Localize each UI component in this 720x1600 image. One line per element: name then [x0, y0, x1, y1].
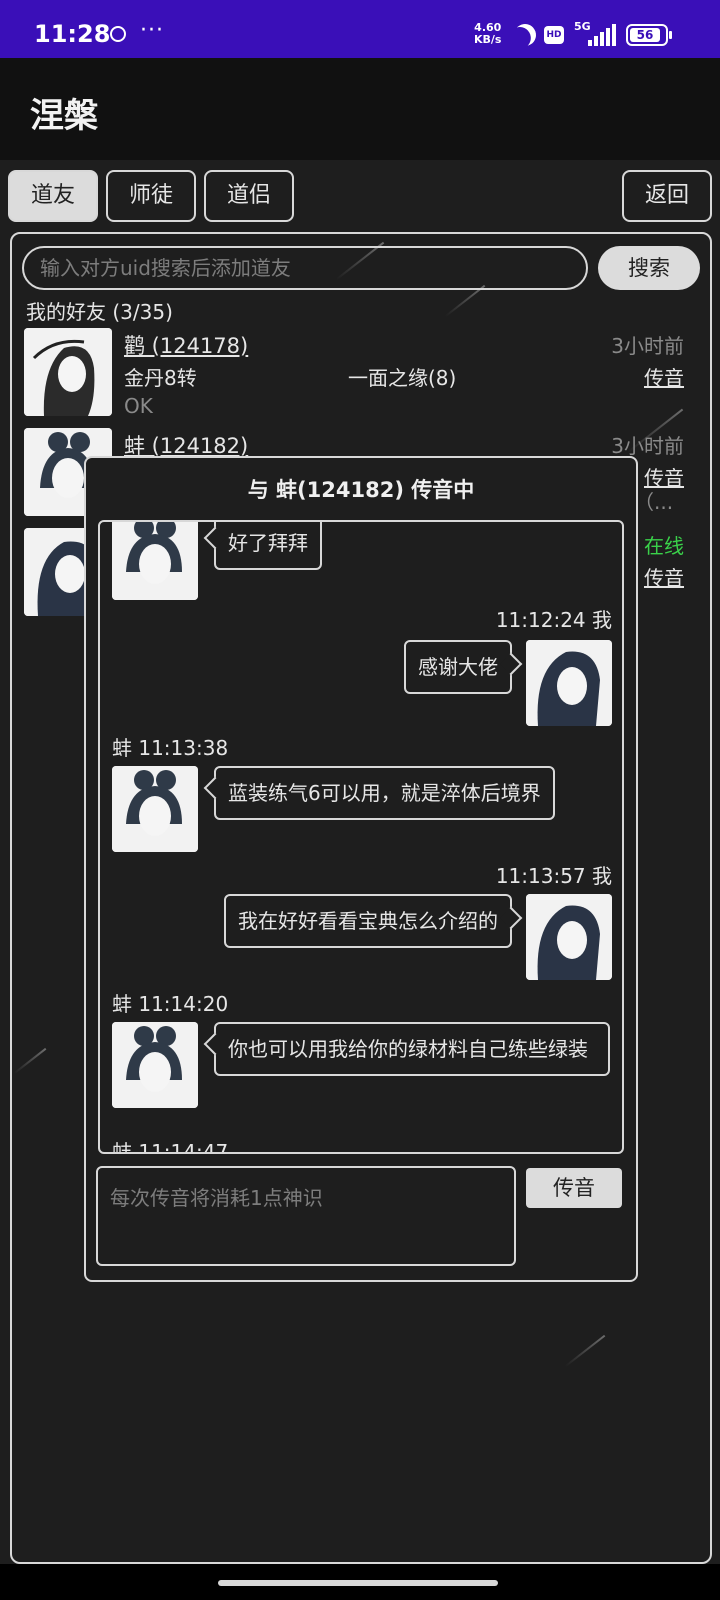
message-row: 感谢大佬 [100, 640, 622, 730]
chat-link[interactable]: 传音 [644, 362, 684, 391]
avatar [526, 640, 612, 726]
friend-realm: 金丹8转 [124, 366, 197, 390]
message-meta: 11:13:57 我 [495, 864, 612, 888]
friend-online-status: 在线 [644, 534, 684, 558]
hd-voice-icon: HD [544, 26, 564, 44]
message-meta: 蚌 11:14:47 [112, 1140, 229, 1154]
message-bubble: 感谢大佬 [404, 640, 512, 694]
tab-daolv[interactable]: 道侣 [204, 170, 294, 222]
friend-name[interactable]: 鹳 (124178) [124, 330, 248, 360]
home-gesture-handle[interactable] [218, 1580, 498, 1586]
app-bar: 涅槃 [0, 58, 720, 160]
notification-icon [110, 26, 126, 42]
chat-link[interactable]: 传音 [644, 462, 684, 491]
navigation-bar [0, 1564, 720, 1600]
friend-last-message: OK [124, 394, 153, 418]
friend-relation: 一面之缘(8) [348, 366, 457, 390]
message-input[interactable]: 每次传音将消耗1点神识 [96, 1166, 516, 1266]
message-bubble: 好了拜拜 [214, 522, 322, 570]
battery-icon: 56 [626, 24, 672, 46]
message-meta: 11:12:24 我 [495, 608, 612, 632]
search-input[interactable]: 输入对方uid搜索后添加道友 [22, 246, 588, 290]
network-speed: 4.60 KB/s [474, 21, 502, 46]
tab-shitu[interactable]: 师徒 [106, 170, 196, 222]
app-title: 涅槃 [30, 96, 98, 136]
message-row: 蓝装练气6可以用，就是淬体后境界 [100, 766, 622, 856]
avatar [112, 522, 198, 600]
dialog-title: 与 蚌(124182) 传音中 [247, 478, 475, 502]
message-meta: 蚌 11:14:20 [112, 992, 229, 1016]
search-button[interactable]: 搜索 [598, 246, 700, 290]
friend-row[interactable]: 鹳 (124178) 金丹8转 一面之缘(8) OK 3小时前 传音 [24, 328, 694, 420]
message-list[interactable]: 好了拜拜 11:12:24 我 感谢大佬 蚌 11:13:38 蓝装练气6可以用… [98, 520, 624, 1154]
avatar [112, 766, 198, 852]
battery-level: 56 [630, 28, 660, 42]
send-button[interactable]: 传音 [526, 1168, 622, 1208]
chat-link[interactable]: 传音 [644, 562, 684, 591]
tab-daoyou[interactable]: 道友 [8, 170, 98, 222]
avatar [112, 1022, 198, 1108]
avatar [526, 894, 612, 980]
back-button[interactable]: 返回 [622, 170, 712, 222]
message-bubble: 蓝装练气6可以用，就是淬体后境界 [214, 766, 555, 820]
friend-last-seen: 3小时前 [611, 434, 684, 458]
message-bubble: 你也可以用我给你的绿材料自己练些绿装 [214, 1022, 610, 1076]
friends-count-title: 我的好友 (3/35) [26, 300, 173, 324]
friend-last-seen: 3小时前 [611, 334, 684, 358]
status-bar: 11:28 ··· 4.60 KB/s HD 5G 56 [0, 0, 720, 58]
do-not-disturb-icon [510, 20, 540, 50]
avatar [24, 328, 112, 416]
more-notifications-icon: ··· [140, 18, 164, 43]
message-row: 我在好好看看宝典怎么介绍的 [100, 894, 622, 984]
message-row: 好了拜拜 [100, 522, 622, 606]
clock: 11:28 [34, 20, 111, 48]
message-bubble: 我在好好看看宝典怎么介绍的 [224, 894, 512, 948]
message-row: 你也可以用我给你的绿材料自己练些绿装 [100, 1022, 622, 1114]
message-meta: 蚌 11:13:38 [112, 736, 229, 760]
signal-icon [588, 24, 616, 46]
